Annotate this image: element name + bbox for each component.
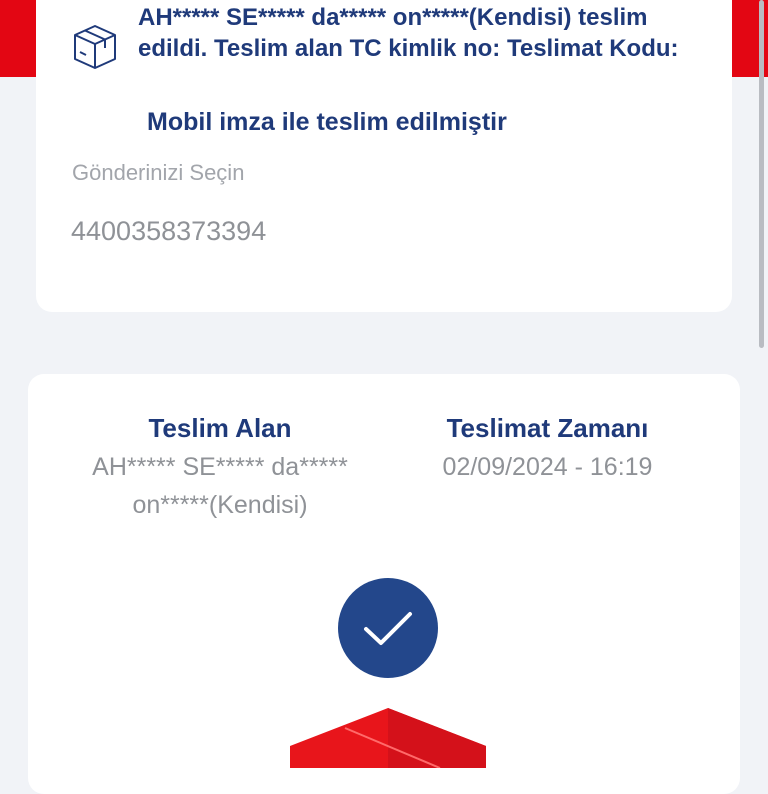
recipient-title: Teslim Alan (148, 413, 292, 443)
header-band-left (0, 0, 36, 77)
delivery-time-value: 02/09/2024 - 16:19 (442, 453, 653, 481)
delivery-status-row: AH***** SE***** da***** on*****(Kendisi)… (70, 0, 710, 96)
checkmark-icon (338, 578, 438, 678)
mobile-sign-note: Mobil imza ile teslim edilmiştir (147, 108, 507, 136)
checkmark-glyph (364, 612, 412, 645)
delivery-status-message: AH***** SE***** da***** on*****(Kendisi)… (138, 4, 679, 62)
package-icon (74, 25, 116, 69)
parcel-icon (290, 708, 486, 768)
shipment-select-label: Gönderinizi Seçin (72, 160, 245, 185)
tracking-number-select[interactable]: 4400358373394 (71, 216, 266, 247)
recipient-value: AH***** SE***** da***** on*****(Kendisi) (92, 453, 348, 519)
delivery-time-title: Teslimat Zamanı (446, 413, 649, 443)
scrollbar[interactable] (759, 0, 764, 348)
delivery-time-column: Teslimat Zamanı 02/09/2024 - 16:19 (400, 410, 695, 486)
recipient-column: Teslim Alan AH***** SE***** da***** on**… (60, 410, 380, 524)
